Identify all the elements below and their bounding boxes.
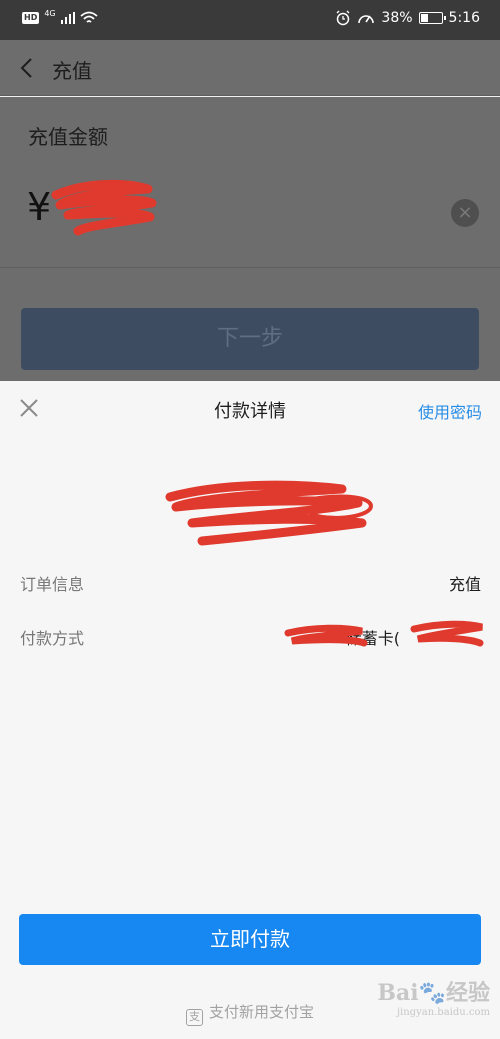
- baidu-watermark: Bai🐾经验 jingyan.baidu.com: [377, 980, 490, 1018]
- wifi-icon: [80, 11, 98, 23]
- payment-method-value: 储蓄卡(: [345, 629, 400, 648]
- redaction-scribble: [51, 179, 157, 236]
- watermark-suffix: 经验: [445, 980, 490, 1006]
- amount-input[interactable]: ¥ ×: [0, 167, 500, 267]
- clock: 5:16: [448, 10, 480, 26]
- currency-symbol: ¥: [27, 185, 52, 229]
- watermark-url: jingyan.baidu.com: [396, 1007, 490, 1018]
- status-bar: HD 4G 38% 5:16: [0, 0, 500, 40]
- watermark-brand: Bai: [377, 980, 419, 1006]
- recharge-form: 充值金额 ¥ × 下一步: [0, 97, 500, 381]
- footer-text: 支付新用支付宝: [208, 1003, 314, 1021]
- battery-percent: 38%: [381, 10, 413, 26]
- hd-icon: HD: [22, 12, 40, 24]
- battery-icon: [418, 12, 446, 24]
- sheet-title: 付款详情: [214, 401, 286, 422]
- speed-icon: [358, 15, 375, 24]
- order-info-row: 订单信息 充值: [0, 567, 500, 597]
- alipay-icon: 支: [185, 1009, 203, 1026]
- payment-method-row[interactable]: 付款方式 储蓄卡(: [0, 620, 500, 651]
- network-type: 4G: [44, 8, 56, 18]
- app-bar: 充值: [0, 40, 500, 96]
- page-title: 充值: [52, 59, 92, 83]
- use-password-link[interactable]: 使用密码: [418, 399, 482, 423]
- alarm-icon: [336, 10, 350, 26]
- card-redaction-scribble: [410, 620, 484, 647]
- order-info-value: 充值: [448, 575, 481, 594]
- back-arrow-icon[interactable]: [14, 54, 42, 82]
- amount-label: 充值金额: [28, 125, 108, 149]
- divider: [0, 267, 500, 268]
- payment-sheet: 付款详情 使用密码 订单信息 充值 付款方式 储蓄卡( 立即付款 支支付新用支付…: [0, 381, 500, 1039]
- signal-icon: [60, 12, 75, 24]
- next-step-button[interactable]: 下一步: [21, 308, 479, 370]
- order-info-label: 订单信息: [20, 575, 85, 594]
- amount-redaction-scribble: [165, 480, 373, 546]
- payment-method-label: 付款方式: [20, 629, 85, 648]
- clear-icon[interactable]: ×: [451, 199, 479, 227]
- pay-now-button[interactable]: 立即付款: [19, 914, 481, 965]
- battery-level: [420, 14, 428, 22]
